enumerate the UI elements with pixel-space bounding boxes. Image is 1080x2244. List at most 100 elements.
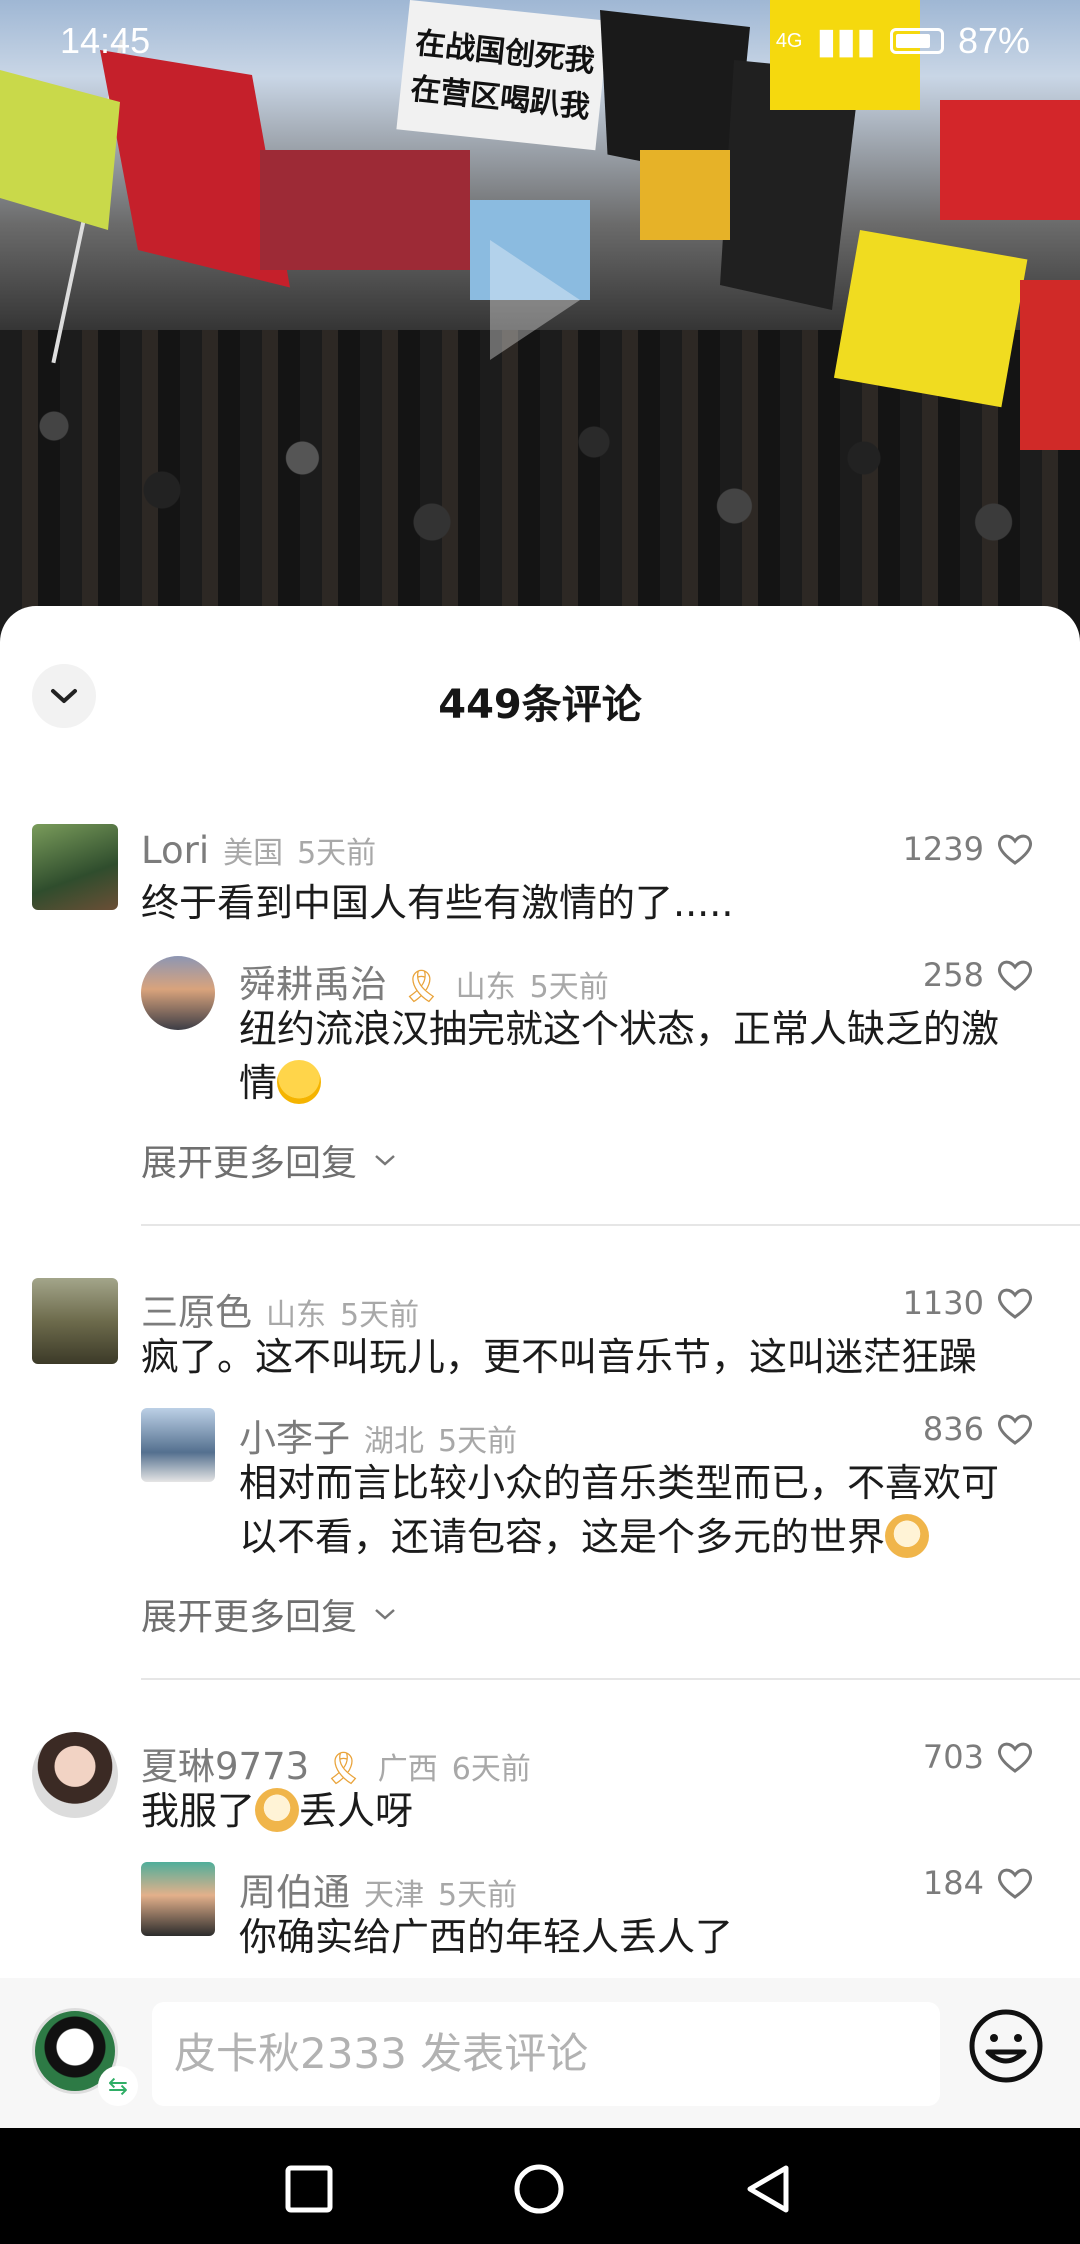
comment-meta: Lori 美国 5天前 <box>141 828 376 872</box>
location: 美国 <box>223 836 284 871</box>
network-label: 4G <box>775 29 803 52</box>
reply-location: 湖北 <box>364 1424 424 1459</box>
like-button[interactable]: 1239 <box>903 830 1034 868</box>
battery-percent: 87% <box>957 20 1030 61</box>
heart-icon <box>997 834 1033 865</box>
reply-text[interactable]: 纽约流浪汉抽完就这个状态，正常人缺乏的激 情 <box>239 1002 1039 1110</box>
username[interactable]: 夏琳9773 <box>141 1736 309 1790</box>
reply-text-line: 纽约流浪汉抽完就这个状态，正常人缺乏的激 <box>239 1007 1000 1051</box>
chevron-down-icon <box>375 1609 395 1620</box>
reply-avatar[interactable] <box>141 956 215 1030</box>
switch-account-icon[interactable]: ⇆ <box>98 2066 138 2106</box>
grin-emoji-icon <box>277 1060 322 1104</box>
battery-icon <box>889 28 944 54</box>
doge-emoji-icon <box>255 1788 300 1832</box>
reply-location: 天津 <box>364 1878 424 1913</box>
reply-timestamp: 5天前 <box>438 1878 518 1913</box>
reply-like-count: 184 <box>922 1864 984 1902</box>
reply-text-line: 情 <box>239 1056 1039 1110</box>
comment-text[interactable]: 我服了 丢人呀 <box>141 1784 413 1838</box>
location: 山东 <box>266 1298 326 1333</box>
emoji-icon[interactable] <box>966 2006 1046 2086</box>
doge-emoji-icon <box>885 1514 930 1558</box>
reply-like-count: 836 <box>922 1410 984 1448</box>
avatar[interactable] <box>32 1278 118 1364</box>
reply-like-count: 258 <box>922 956 984 994</box>
reply-username[interactable]: 舜耕禹治 <box>239 954 387 1008</box>
sheet-header: 449条评论 <box>0 606 1080 786</box>
orange-flag <box>640 150 730 240</box>
expand-replies-button[interactable]: 展开更多回复 <box>141 1588 397 1640</box>
reply-meta: 周伯通 天津 5天前 <box>239 1862 517 1916</box>
like-count: 1130 <box>902 1284 984 1322</box>
reply-username[interactable]: 周伯通 <box>239 1862 350 1916</box>
comment-input[interactable]: 皮卡秋2333 发表评论 <box>152 2002 940 2106</box>
timestamp: 5天前 <box>297 836 377 871</box>
expand-replies-label: 展开更多回复 <box>141 1143 358 1184</box>
reply-timestamp: 5天前 <box>438 1424 518 1459</box>
location: 广西 <box>377 1752 438 1787</box>
comment-text[interactable]: 疯了。这不叫玩儿，更不叫音乐节，这叫迷茫狂躁 <box>141 1330 977 1384</box>
reply-username[interactable]: 小李子 <box>239 1408 350 1462</box>
reply-meta: 舜耕禹治 🎗 山东 5天前 <box>239 954 609 1008</box>
fan-badge-icon: 🎗 <box>323 1749 364 1787</box>
status-time: 14:45 <box>60 20 151 61</box>
reply-timestamp: 5天前 <box>529 970 609 1005</box>
comment-meta: 三原色 山东 5天前 <box>141 1282 419 1336</box>
timestamp: 6天前 <box>451 1752 531 1787</box>
comment-meta: 夏琳9773 🎗 广西 6天前 <box>141 1736 531 1790</box>
username[interactable]: 三原色 <box>141 1282 252 1336</box>
yellow-green-flag <box>0 70 120 230</box>
maroon-flag <box>260 150 470 270</box>
comment-text[interactable]: 终于看到中国人有些有激情的了..... <box>141 876 733 930</box>
comment-text-part: 丢人呀 <box>299 1789 414 1833</box>
comment-input-bar: ⇆ 皮卡秋2333 发表评论 <box>0 1978 1080 2128</box>
timestamp: 5天前 <box>340 1298 420 1333</box>
comments-sheet: 449条评论 Lori 美国 5天前 1239 终于看到中国人有些有激情的了..… <box>0 606 1080 1978</box>
divider <box>141 1678 1080 1680</box>
heart-icon <box>997 960 1033 991</box>
avatar[interactable] <box>32 1732 118 1818</box>
heart-icon <box>997 1288 1033 1319</box>
reply-avatar[interactable] <box>141 1862 215 1936</box>
reply-location: 山东 <box>455 970 516 1005</box>
reply-text-line: 你确实给广西的年轻人丢人了 <box>239 1915 734 1959</box>
reply-text[interactable]: 你确实给广西的年轻人丢人了 <box>239 1910 1039 1964</box>
reply-like-button[interactable]: 258 <box>923 956 1034 994</box>
fan-badge-icon: 🎗 <box>401 967 442 1005</box>
status-indicators: 4G ▮▮▮ 87% <box>776 20 1030 62</box>
video-player[interactable]: 在战国创死我 在营区喝趴我 14:45 4G ▮▮▮ 87% <box>0 0 1080 640</box>
signal-icon: ▮▮▮ <box>816 20 876 61</box>
reply-like-button[interactable]: 836 <box>923 1410 1034 1448</box>
status-bar: 14:45 4G ▮▮▮ 87% <box>0 0 1080 84</box>
expand-replies-label: 展开更多回复 <box>141 1597 358 1638</box>
reply-text-end: 情 <box>239 1061 278 1105</box>
reply-meta: 小李子 湖北 5天前 <box>239 1408 517 1462</box>
expand-replies-button[interactable]: 展开更多回复 <box>141 1134 397 1186</box>
comment-text-part: 我服了 <box>141 1789 256 1833</box>
reply-text-line: 以不看，还请包容，这是个多元的世界 <box>239 1510 1039 1564</box>
back-icon[interactable] <box>742 2162 796 2216</box>
like-button[interactable]: 1130 <box>903 1284 1034 1322</box>
heart-icon <box>997 1868 1033 1899</box>
reply-text-end: 以不看，还请包容，这是个多元的世界 <box>239 1515 886 1559</box>
yellow-flag <box>833 230 1028 408</box>
recent-apps-icon[interactable] <box>282 2162 336 2216</box>
reply-text-line: 相对而言比较小众的音乐类型而已，不喜欢可 <box>239 1461 1000 1505</box>
system-nav-bar <box>0 2128 1080 2244</box>
reply-like-button[interactable]: 184 <box>923 1864 1034 1902</box>
like-count: 703 <box>922 1738 984 1776</box>
like-button[interactable]: 703 <box>923 1738 1034 1776</box>
red-flag-right <box>940 100 1080 220</box>
home-icon[interactable] <box>512 2162 566 2216</box>
divider <box>141 1224 1080 1226</box>
chevron-down-icon <box>375 1155 395 1166</box>
play-icon[interactable] <box>490 240 580 360</box>
reply-avatar[interactable] <box>141 1408 215 1482</box>
username[interactable]: Lori <box>141 829 209 872</box>
comments-count-title: 449条评论 <box>438 682 642 728</box>
heart-icon <box>997 1414 1033 1445</box>
reply-text[interactable]: 相对而言比较小众的音乐类型而已，不喜欢可 以不看，还请包容，这是个多元的世界 <box>239 1456 1039 1564</box>
red-flag-edge <box>1020 280 1080 450</box>
avatar[interactable] <box>32 824 118 910</box>
